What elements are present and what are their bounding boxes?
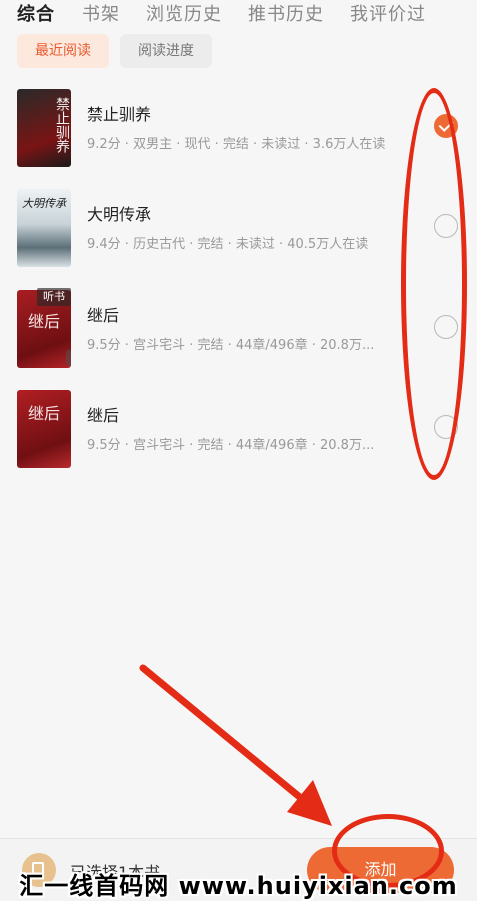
book-title: 继后 (87, 306, 120, 325)
filter-read-progress[interactable]: 阅读进度 (120, 34, 212, 68)
book-meta: 9.5分 · 宫斗宅斗 · 完结 · 44章/496章 · 20.8万... (87, 338, 375, 353)
annotation-arrow-line (139, 664, 317, 812)
book-cover: 继后 (17, 390, 71, 468)
cover-title: 继后 (27, 404, 60, 423)
book-meta: 9.5分 · 宫斗宅斗 · 完结 · 44章/496章 · 20.8万... (87, 438, 375, 453)
filter-recent-read[interactable]: 最近阅读 (17, 34, 109, 68)
tab-my-reviews[interactable]: 我评价过 (350, 0, 426, 26)
book-meta: 9.2分 · 双男主 · 现代 · 完结 · 未读过 · 3.6万人在读 (87, 137, 386, 152)
book-title: 大明传承 (87, 205, 152, 224)
cover-title: 继后 (27, 312, 60, 331)
book-cover: 禁止驯养 (17, 89, 71, 167)
tab-bookshelf[interactable]: 书架 (82, 0, 120, 26)
book-item[interactable]: 继后 继后 9.5分 · 宫斗宅斗 · 完结 · 44章/496章 · 20.8… (0, 390, 477, 480)
book-meta: 9.4分 · 历史古代 · 完结 · 未读过 · 40.5万人在读 (87, 237, 369, 252)
play-icon (66, 350, 71, 366)
top-tabs: 综合 书架 浏览历史 推书历史 我评价过 (0, 0, 477, 28)
cover-title: 禁止驯养 (54, 97, 70, 153)
book-title: 继后 (87, 406, 120, 425)
annotation-arrow-head (287, 780, 332, 826)
tab-recommend-history[interactable]: 推书历史 (248, 0, 324, 26)
cover-title: 大明传承 (22, 197, 66, 210)
audiobook-badge: 听书 (37, 288, 71, 306)
book-item[interactable]: 禁止驯养 禁止驯养 9.2分 · 双男主 · 现代 · 完结 · 未读过 · 3… (0, 89, 477, 179)
tab-browse-history[interactable]: 浏览历史 (146, 0, 222, 26)
book-cover: 大明传承 (17, 189, 71, 267)
annotation-ellipse-checkboxes (401, 88, 467, 480)
book-title: 禁止驯养 (87, 105, 152, 124)
tab-overview[interactable]: 综合 (17, 0, 55, 26)
watermark-text: 汇一线首码网 www.huiyixian.com (19, 872, 458, 900)
